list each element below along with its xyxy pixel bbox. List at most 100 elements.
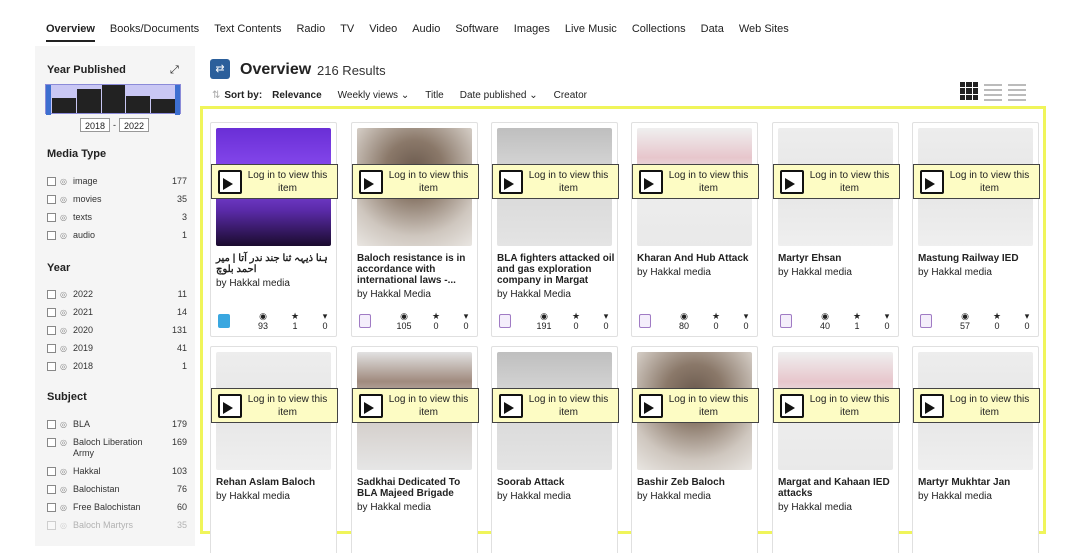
item-title[interactable]: Mastung Railway IED [918, 253, 1038, 264]
sort-option-weekly-views[interactable]: Weekly views ⌄ [338, 90, 410, 101]
facet-year-2022[interactable]: ◎ 2022 11 [47, 289, 187, 303]
item-creator[interactable]: by Hakkal media [778, 267, 852, 278]
facet-subject-bla[interactable]: ◎ BLA 179 [47, 419, 187, 433]
facet-subject-balochistan[interactable]: ◎ Balochistan 76 [47, 484, 187, 498]
item-title[interactable]: Soorab Attack [497, 477, 617, 488]
facet-checkbox[interactable] [47, 362, 56, 371]
facet-subject-free-balochistan[interactable]: ◎ Free Balochistan 60 [47, 502, 187, 516]
facet-media_type-movies[interactable]: ◎ movies 35 [47, 194, 187, 208]
eye-icon[interactable]: ◎ [60, 325, 69, 336]
eye-icon[interactable]: ◎ [60, 484, 69, 495]
result-card[interactable]: Log in to view this item Baloch resistanc… [351, 122, 479, 337]
facet-checkbox[interactable] [47, 290, 56, 299]
list-view-icon[interactable] [984, 82, 1002, 101]
facet-checkbox[interactable] [47, 344, 56, 353]
item-creator[interactable]: by Hakkal media [778, 502, 852, 513]
sort-option-creator[interactable]: Creator [554, 90, 587, 101]
item-creator[interactable]: by Hakkal media [637, 491, 711, 502]
facet-year-2020[interactable]: ◎ 2020 131 [47, 325, 187, 339]
eye-icon[interactable]: ◎ [60, 194, 69, 205]
tab-video[interactable]: Video [369, 20, 397, 42]
year-to-input[interactable]: 2022 [119, 118, 150, 132]
tab-software[interactable]: Software [455, 20, 498, 42]
facet-checkbox[interactable] [47, 467, 56, 476]
facet-checkbox[interactable] [47, 177, 56, 186]
facet-subject-baloch-martyrs[interactable]: ◎ Baloch Martyrs 35 [47, 520, 187, 534]
facet-media_type-image[interactable]: ◎ image 177 [47, 176, 187, 190]
tab-text-contents[interactable]: Text Contents [214, 20, 281, 42]
item-title[interactable]: ہنا ذیہہ ثنا جند ندر آتا | میر احمد بلوچ [216, 253, 336, 275]
facet-checkbox[interactable] [47, 420, 56, 429]
tab-tv[interactable]: TV [340, 20, 354, 42]
year-histogram[interactable] [45, 84, 181, 115]
expand-icon[interactable]: ⤢ [170, 64, 182, 76]
result-card[interactable]: Log in to view this item Rehan Aslam Balo… [210, 346, 338, 553]
year-from-input[interactable]: 2018 [80, 118, 111, 132]
facet-checkbox[interactable] [47, 231, 56, 240]
tab-images[interactable]: Images [514, 20, 550, 42]
facet-checkbox[interactable] [47, 521, 56, 530]
eye-icon[interactable]: ◎ [60, 343, 69, 354]
tab-overview[interactable]: Overview [46, 20, 95, 42]
item-creator[interactable]: by Hakkal media [216, 278, 290, 289]
facet-checkbox[interactable] [47, 308, 56, 317]
sort-option-date-published[interactable]: Date published ⌄ [460, 90, 538, 101]
login-to-view-overlay[interactable]: Log in to view this item [492, 388, 619, 423]
facet-checkbox[interactable] [47, 438, 56, 447]
eye-icon[interactable]: ◎ [60, 176, 69, 187]
tab-books-documents[interactable]: Books/Documents [110, 20, 199, 42]
facet-year-2018[interactable]: ◎ 2018 1 [47, 361, 187, 375]
result-card[interactable]: Log in to view this item Mastung Railway … [912, 122, 1040, 337]
result-card[interactable]: Log in to view this item Bashir Zeb Baloc… [631, 346, 759, 553]
tab-live-music[interactable]: Live Music [565, 20, 617, 42]
item-title[interactable]: BLA fighters attacked oil and gas explor… [497, 253, 617, 286]
eye-icon[interactable]: ◎ [60, 419, 69, 430]
login-to-view-overlay[interactable]: Log in to view this item [632, 164, 759, 199]
login-to-view-overlay[interactable]: Log in to view this item [352, 388, 479, 423]
result-card[interactable]: Log in to view this item Martyr Ehsan by H… [772, 122, 900, 337]
compact-view-icon[interactable] [1008, 82, 1026, 101]
eye-icon[interactable]: ◎ [60, 437, 69, 448]
login-to-view-overlay[interactable]: Log in to view this item [632, 388, 759, 423]
login-to-view-overlay[interactable]: Log in to view this item [773, 164, 900, 199]
grid-view-icon[interactable] [960, 82, 978, 100]
item-creator[interactable]: by Hakkal media [357, 502, 431, 513]
result-card[interactable]: Log in to view this item ہنا ذیہہ ثنا جند… [210, 122, 338, 337]
login-to-view-overlay[interactable]: Log in to view this item [352, 164, 479, 199]
result-card[interactable]: Log in to view this item Martyr Mukhtar J… [912, 346, 1040, 553]
login-to-view-overlay[interactable]: Log in to view this item [211, 388, 338, 423]
facet-media_type-audio[interactable]: ◎ audio 1 [47, 230, 187, 244]
facet-year-2021[interactable]: ◎ 2021 14 [47, 307, 187, 321]
login-to-view-overlay[interactable]: Log in to view this item [913, 388, 1040, 423]
facet-checkbox[interactable] [47, 485, 56, 494]
login-to-view-overlay[interactable]: Log in to view this item [211, 164, 338, 199]
facet-checkbox[interactable] [47, 326, 56, 335]
tab-collections[interactable]: Collections [632, 20, 686, 42]
login-to-view-overlay[interactable]: Log in to view this item [773, 388, 900, 423]
facet-subject-baloch-liberation-army[interactable]: ◎ Baloch Liberation Army 169 [47, 437, 187, 458]
facet-subject-hakkal[interactable]: ◎ Hakkal 103 [47, 466, 187, 480]
result-card[interactable]: Log in to view this item Sadkhai Dedicate… [351, 346, 479, 553]
item-creator[interactable]: by Hakkal media [918, 491, 992, 502]
item-title[interactable]: Margat and Kahaan IED attacks [778, 477, 898, 499]
item-title[interactable]: Kharan And Hub Attack [637, 253, 757, 264]
eye-icon[interactable]: ◎ [60, 212, 69, 223]
facet-year-2019[interactable]: ◎ 2019 41 [47, 343, 187, 357]
facet-media_type-texts[interactable]: ◎ texts 3 [47, 212, 187, 226]
facet-checkbox[interactable] [47, 503, 56, 512]
result-card[interactable]: Log in to view this item Soorab Attack by … [491, 346, 619, 553]
eye-icon[interactable]: ◎ [60, 520, 69, 531]
item-creator[interactable]: by Hakkal media [216, 491, 290, 502]
result-card[interactable]: Log in to view this item BLA fighters att… [491, 122, 619, 337]
item-title[interactable]: Rehan Aslam Baloch [216, 477, 336, 488]
item-title[interactable]: Bashir Zeb Baloch [637, 477, 757, 488]
item-creator[interactable]: by Hakkal media [497, 491, 571, 502]
tab-web-sites[interactable]: Web Sites [739, 20, 789, 42]
tab-radio[interactable]: Radio [296, 20, 325, 42]
tab-audio[interactable]: Audio [412, 20, 440, 42]
item-title[interactable]: Martyr Ehsan [778, 253, 898, 264]
eye-icon[interactable]: ◎ [60, 361, 69, 372]
range-handle-left[interactable] [46, 85, 51, 115]
login-to-view-overlay[interactable]: Log in to view this item [492, 164, 619, 199]
sort-option-title[interactable]: Title [425, 90, 444, 101]
